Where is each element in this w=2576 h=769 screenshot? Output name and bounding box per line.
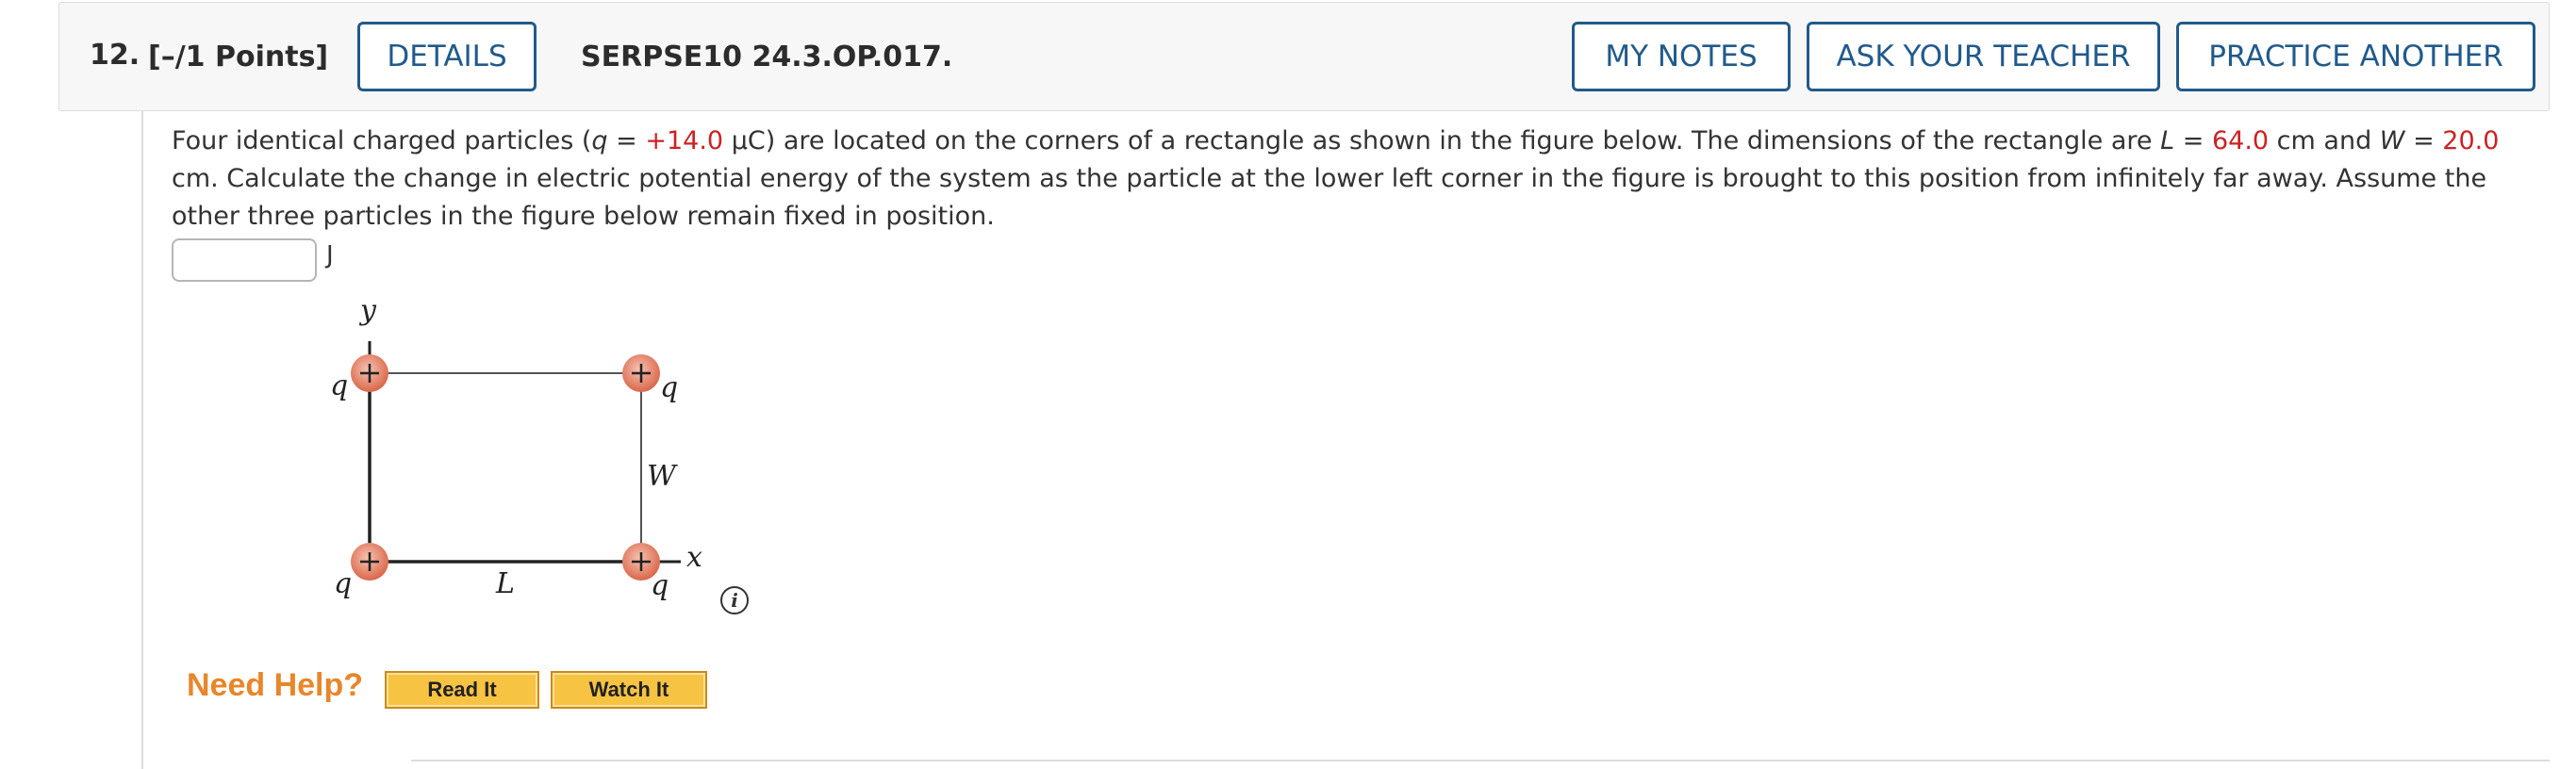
question-body-divider — [141, 111, 143, 769]
my-notes-button[interactable]: MY NOTES — [1572, 22, 1791, 91]
question-number: 12. — [90, 39, 140, 72]
need-help-label: Need Help? — [187, 667, 364, 703]
question-header: 12. [–/1 Points] DETAILS SERPSE10 24.3.O… — [58, 2, 2550, 111]
length-label: L — [496, 567, 515, 600]
practice-another-button[interactable]: PRACTICE ANOTHER — [2176, 22, 2535, 91]
info-icon[interactable]: i — [720, 586, 749, 614]
question-text: Four identical charged particles (q = +1… — [172, 126, 2500, 231]
charge-label-top-right: q — [660, 371, 679, 404]
charge-label-bottom-left: q — [334, 567, 353, 600]
width-label: W — [647, 460, 676, 493]
figure-drawing — [351, 341, 681, 581]
q-symbol: q — [591, 126, 608, 155]
y-axis-label: y — [360, 294, 376, 327]
W-symbol: W — [2379, 126, 2405, 155]
question-page: 12. [–/1 Points] DETAILS SERPSE10 24.3.O… — [0, 0, 2576, 769]
charge-label-bottom-right: q — [651, 569, 669, 602]
answer-unit: J — [326, 241, 334, 270]
q-value: +14.0 — [645, 126, 724, 155]
read-it-button[interactable]: Read It — [385, 671, 539, 709]
charge-top-right — [622, 354, 660, 392]
L-symbol: L — [2160, 126, 2175, 155]
answer-input[interactable] — [172, 238, 317, 282]
W-value: 20.0 — [2442, 126, 2500, 155]
charge-label-top-left: q — [330, 369, 349, 402]
answer-row: J — [172, 238, 334, 282]
details-button[interactable]: DETAILS — [357, 22, 537, 91]
charge-top-left — [351, 354, 388, 392]
question-reference: SERPSE10 24.3.OP.017. — [581, 41, 953, 74]
rectangle-charges-figure: y x q q q q L W — [311, 292, 783, 613]
question-points: [–/1 Points] — [148, 41, 329, 74]
x-axis-label: x — [686, 541, 702, 574]
L-value: 64.0 — [2211, 126, 2270, 155]
watch-it-button[interactable]: Watch It — [551, 671, 707, 709]
charge-bottom-left — [351, 543, 388, 581]
question-bottom-divider — [411, 760, 2550, 761]
ask-your-teacher-button[interactable]: ASK YOUR TEACHER — [1807, 22, 2160, 91]
